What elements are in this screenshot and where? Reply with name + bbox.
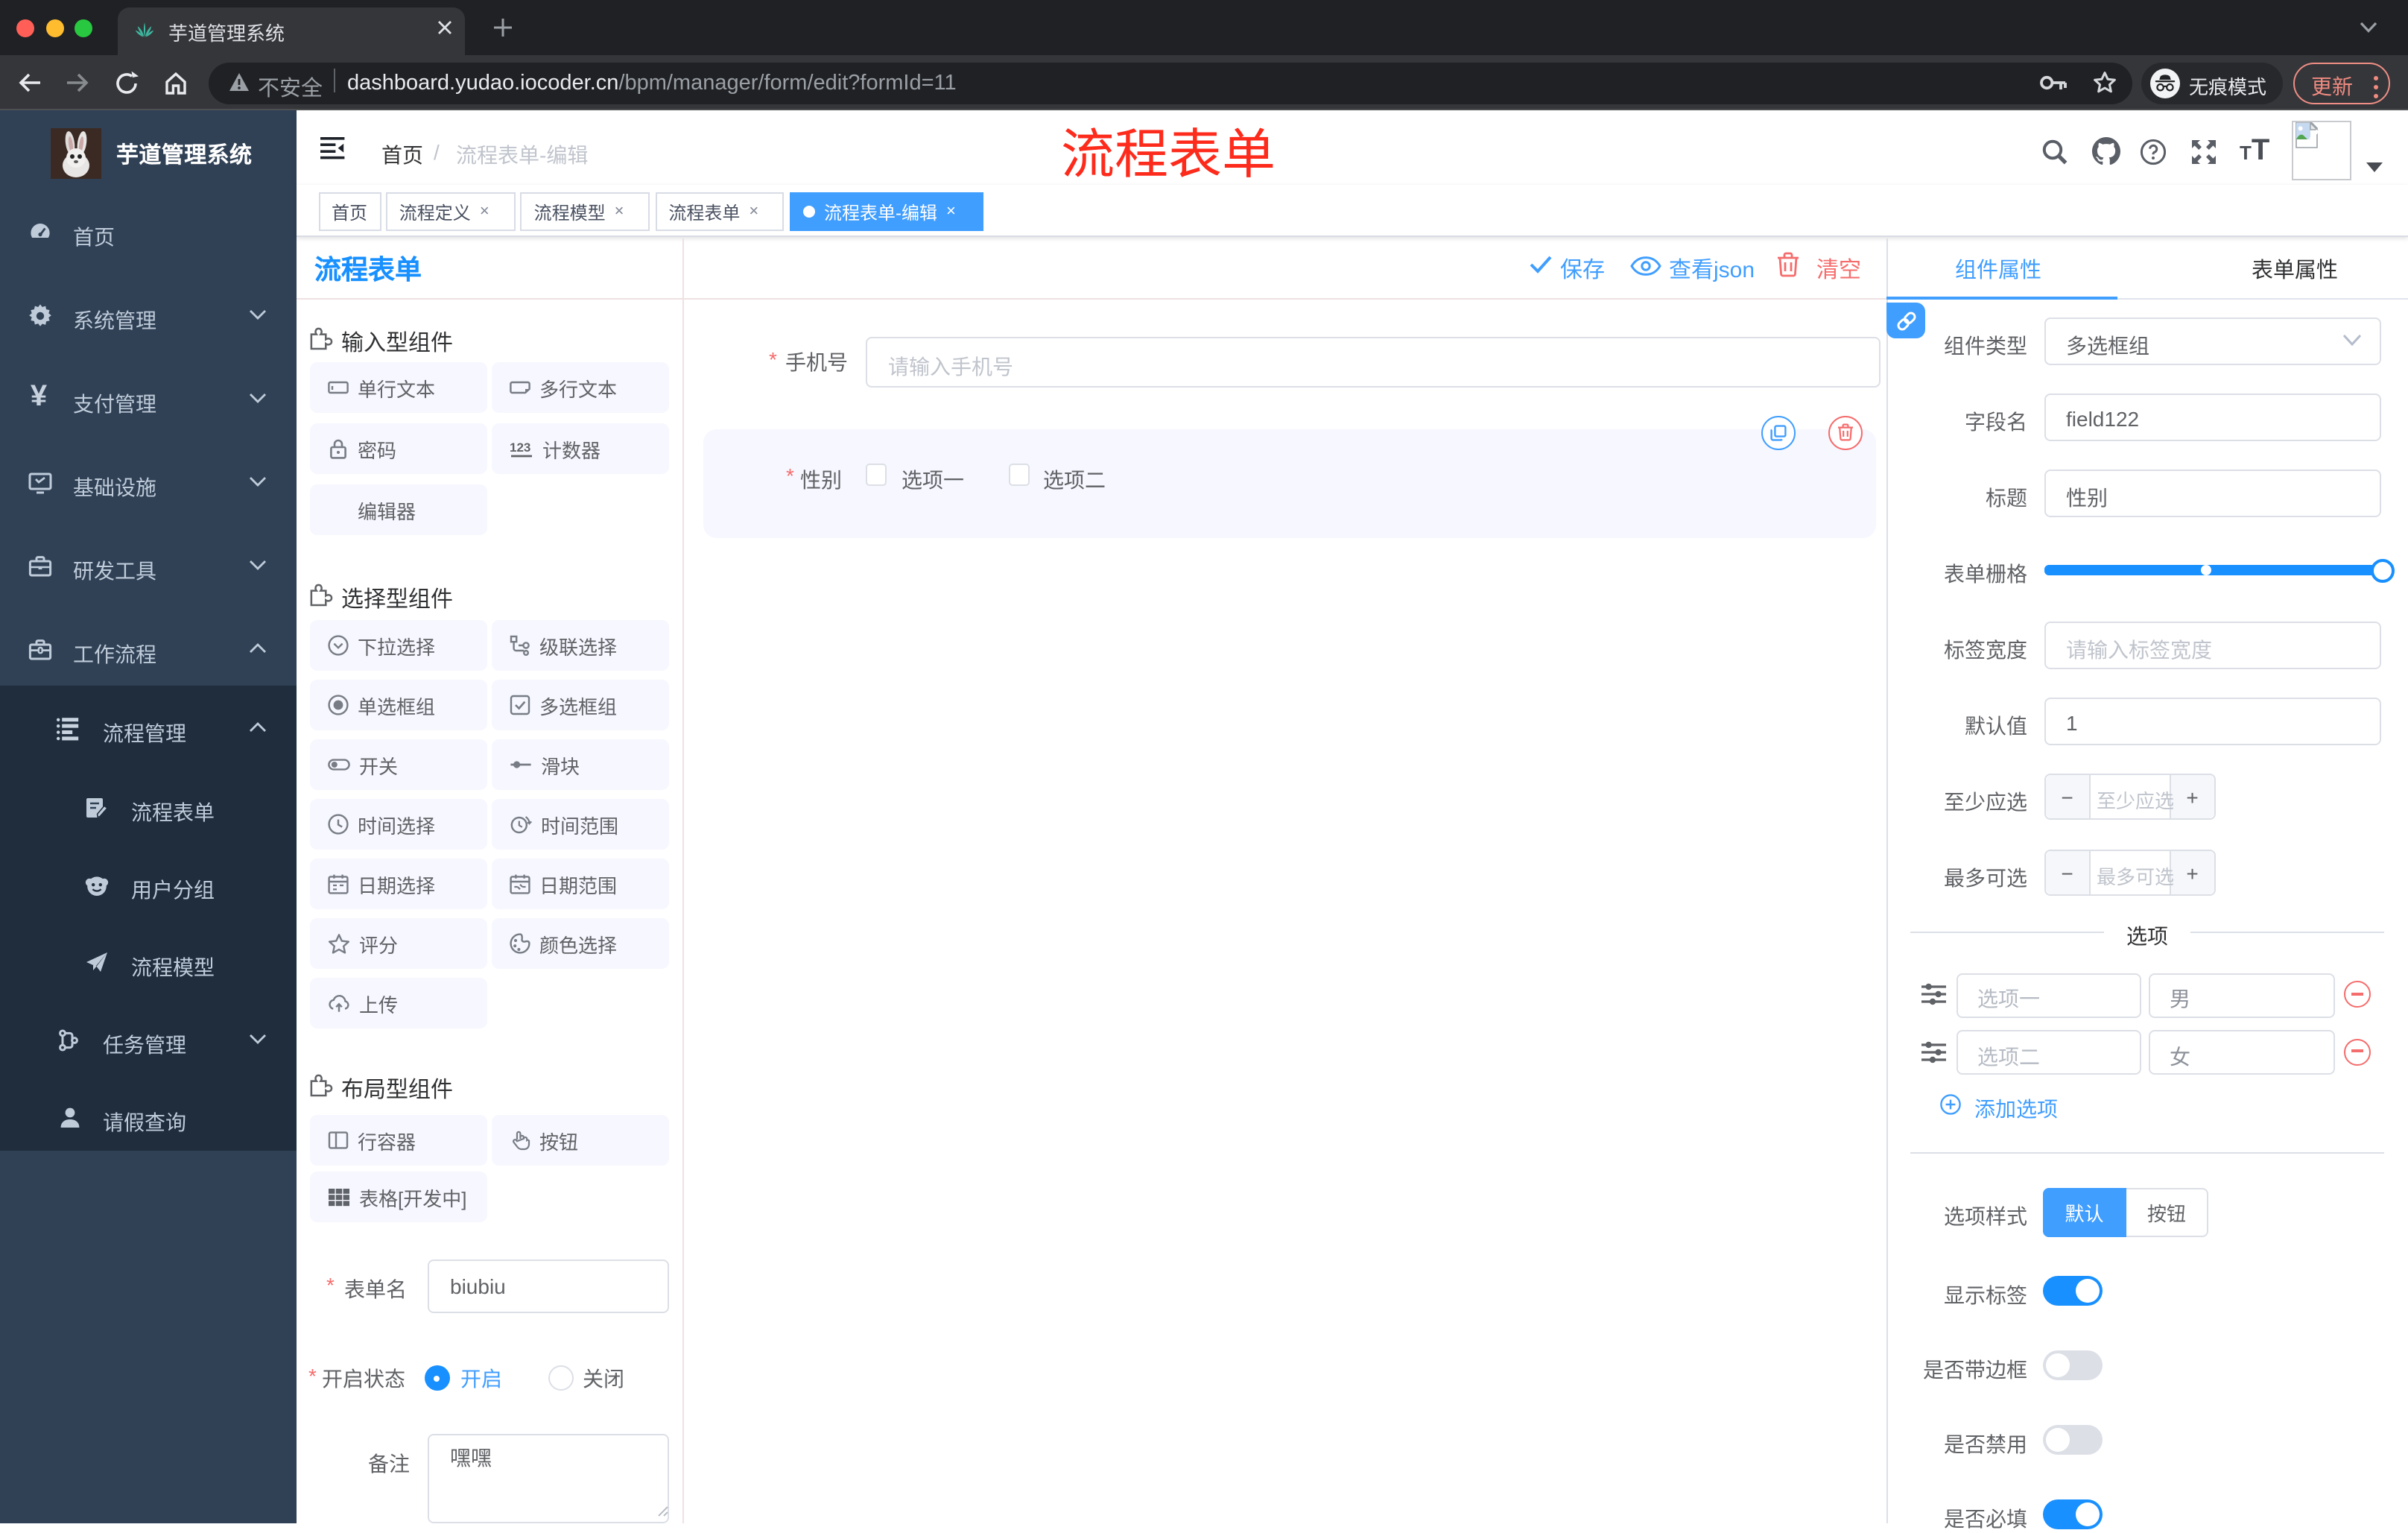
svg-text:123: 123: [509, 440, 530, 455]
